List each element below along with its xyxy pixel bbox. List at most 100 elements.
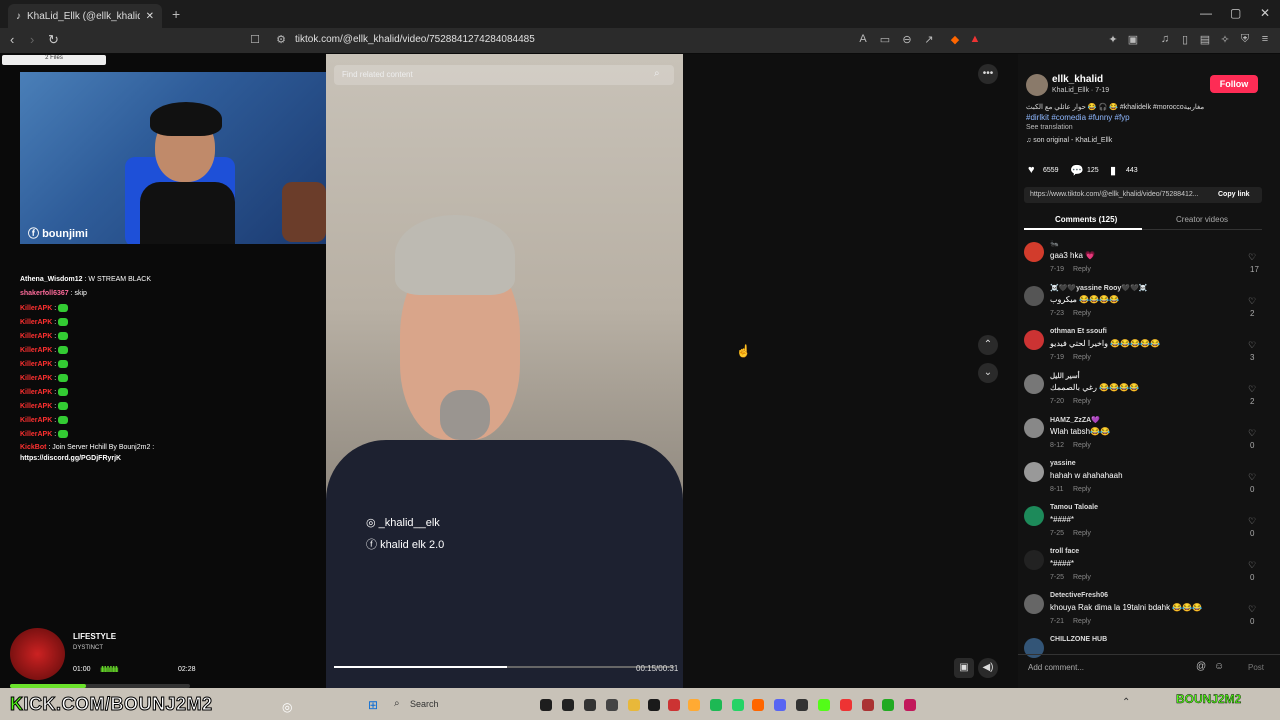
comment-avatar[interactable]	[1024, 330, 1044, 350]
sidebar-icon[interactable]: ▯	[1178, 33, 1192, 47]
menu-icon[interactable]: ≡	[1258, 33, 1272, 47]
chat-username[interactable]: KillerAPK	[20, 361, 52, 368]
screenshot-icon[interactable]: ▣	[1126, 33, 1140, 47]
comment-avatar[interactable]	[1024, 462, 1044, 482]
video-hashtags[interactable]: #dirlkit #comedia #funny #fyp	[1026, 113, 1130, 122]
add-comment-input[interactable]: Add comment...	[1028, 663, 1084, 672]
app-icon[interactable]	[540, 699, 552, 711]
new-tab-button[interactable]: +	[172, 6, 180, 22]
browser-tab[interactable]: ♪ KhaLid_Ellk (@ellk_khalid) | Ti ✕	[8, 4, 162, 28]
close-tab-icon[interactable]: ✕	[146, 11, 154, 22]
obs-icon[interactable]	[796, 699, 808, 711]
rewards-icon[interactable]: ▲	[968, 33, 982, 47]
mention-icon[interactable]: @	[1196, 661, 1206, 672]
comment-reply-button[interactable]: Reply	[1073, 398, 1091, 405]
comment-avatar[interactable]	[1024, 374, 1044, 394]
chat-username[interactable]: KillerAPK	[20, 431, 52, 438]
comment-username[interactable]: othman Et ssoufi	[1050, 328, 1107, 335]
comment-reply-button[interactable]: Reply	[1073, 354, 1091, 361]
chat-username[interactable]: KillerAPK	[20, 417, 52, 424]
comment-username[interactable]: HAMZ_ZzZA💜	[1050, 416, 1100, 424]
app-icon[interactable]	[840, 699, 852, 711]
app-icon[interactable]	[752, 699, 764, 711]
app-icon[interactable]	[562, 699, 574, 711]
app-icon[interactable]	[584, 699, 596, 711]
comment-reply-button[interactable]: Reply	[1073, 574, 1091, 581]
copy-link-button[interactable]: Copy link	[1218, 191, 1250, 198]
chat-username[interactable]: KillerAPK	[20, 305, 52, 312]
extensions-icon[interactable]: ✦	[1106, 33, 1120, 47]
spotify-icon[interactable]	[710, 699, 722, 711]
comment-username[interactable]: 🐜	[1050, 240, 1059, 248]
comment-reply-button[interactable]: Reply	[1073, 618, 1091, 625]
heart-icon[interactable]: ♡	[1248, 560, 1256, 571]
comment-username[interactable]: troll face	[1050, 548, 1079, 555]
follow-button[interactable]: Follow	[1210, 75, 1258, 93]
comment-avatar[interactable]	[1024, 594, 1044, 614]
emoji-icon[interactable]: ☺	[1214, 661, 1224, 672]
chat-username[interactable]: KillerAPK	[20, 403, 52, 410]
comment-avatar[interactable]	[1024, 550, 1044, 570]
bookmark-icon[interactable]: ▮	[1110, 164, 1116, 177]
comment-reply-button[interactable]: Reply	[1073, 530, 1091, 537]
comment-username[interactable]: DetectiveFresh06	[1050, 592, 1108, 599]
maximize-button[interactable]: ▢	[1230, 6, 1241, 20]
comment-username[interactable]: yassine	[1050, 460, 1076, 467]
media-icon[interactable]: ♫	[1158, 33, 1172, 47]
chat-username[interactable]: KillerAPK	[20, 375, 52, 382]
comment-username[interactable]: ☠️🖤🖤yassine Rooy🖤🖤☠️	[1050, 284, 1147, 292]
app-icon[interactable]	[648, 699, 660, 711]
share-icon[interactable]: ↗	[922, 33, 936, 47]
address-bar[interactable]: tiktok.com/@ellk_khalid/video/7528841274…	[295, 34, 535, 45]
app-icon[interactable]	[862, 699, 874, 711]
video-progress[interactable]	[334, 666, 674, 668]
comment-avatar[interactable]	[1024, 242, 1044, 262]
heart-icon[interactable]: ♡	[1248, 252, 1256, 263]
app-icon[interactable]	[882, 699, 894, 711]
translate-icon[interactable]: A	[856, 33, 870, 47]
back-button[interactable]: ‹	[10, 32, 14, 47]
tab-comments[interactable]: Comments (125)	[1055, 215, 1117, 224]
kick-icon[interactable]	[818, 699, 830, 711]
heart-icon[interactable]: ♡	[1248, 604, 1256, 615]
vpn-icon[interactable]: ⛨	[1238, 33, 1252, 47]
search-icon[interactable]: ⌕	[394, 698, 400, 709]
leo-icon[interactable]: ✧	[1218, 33, 1232, 47]
heart-icon[interactable]: ♡	[1248, 384, 1256, 395]
pip-button[interactable]: ▣	[954, 658, 974, 678]
app-icon[interactable]	[606, 699, 618, 711]
comment-username[interactable]: Tamou Taloale	[1050, 504, 1098, 511]
comment-username[interactable]: أسير الليل	[1050, 372, 1080, 380]
creator-avatar[interactable]	[1026, 74, 1048, 96]
chat-username[interactable]: KillerAPK	[20, 319, 52, 326]
bookmark-icon[interactable]: ☐	[248, 33, 262, 47]
tray-chevron-icon[interactable]: ⌃	[1122, 697, 1130, 708]
folder-icon[interactable]	[628, 699, 640, 711]
heart-icon[interactable]: ♡	[1248, 296, 1256, 307]
whatsapp-icon[interactable]	[732, 699, 744, 711]
browser-icon[interactable]	[688, 699, 700, 711]
comment-reply-button[interactable]: Reply	[1073, 486, 1091, 493]
post-button[interactable]: Post	[1248, 663, 1264, 672]
cortana-icon[interactable]: ◎	[282, 700, 292, 714]
chat-username[interactable]: Athena_Wisdom12	[20, 276, 83, 283]
comment-reply-button[interactable]: Reply	[1073, 266, 1091, 273]
forward-button[interactable]: ›	[30, 32, 34, 47]
tab-creator-videos[interactable]: Creator videos	[1176, 215, 1228, 224]
comment-reply-button[interactable]: Reply	[1073, 442, 1091, 449]
comment-avatar[interactable]	[1024, 418, 1044, 438]
heart-icon[interactable]: ♡	[1248, 428, 1256, 439]
taskbar-search[interactable]: Search	[410, 699, 439, 709]
comment-avatar[interactable]	[1024, 506, 1044, 526]
chat-username[interactable]: KillerAPK	[20, 389, 52, 396]
comment-avatar[interactable]	[1024, 638, 1044, 658]
brave-shield-icon[interactable]: ◆	[948, 33, 962, 47]
minimize-button[interactable]: —	[1200, 6, 1212, 20]
zoom-icon[interactable]: ⊖	[900, 33, 914, 47]
discord-icon[interactable]	[774, 699, 786, 711]
search-icon[interactable]: ⌕	[654, 68, 660, 79]
chat-link[interactable]: https://discord.gg/PGDjFRyrjK	[20, 455, 121, 462]
wallet-icon[interactable]: ▤	[1198, 33, 1212, 47]
site-info-icon[interactable]: ⚙	[274, 33, 288, 47]
cast-icon[interactable]: ▭	[878, 33, 892, 47]
